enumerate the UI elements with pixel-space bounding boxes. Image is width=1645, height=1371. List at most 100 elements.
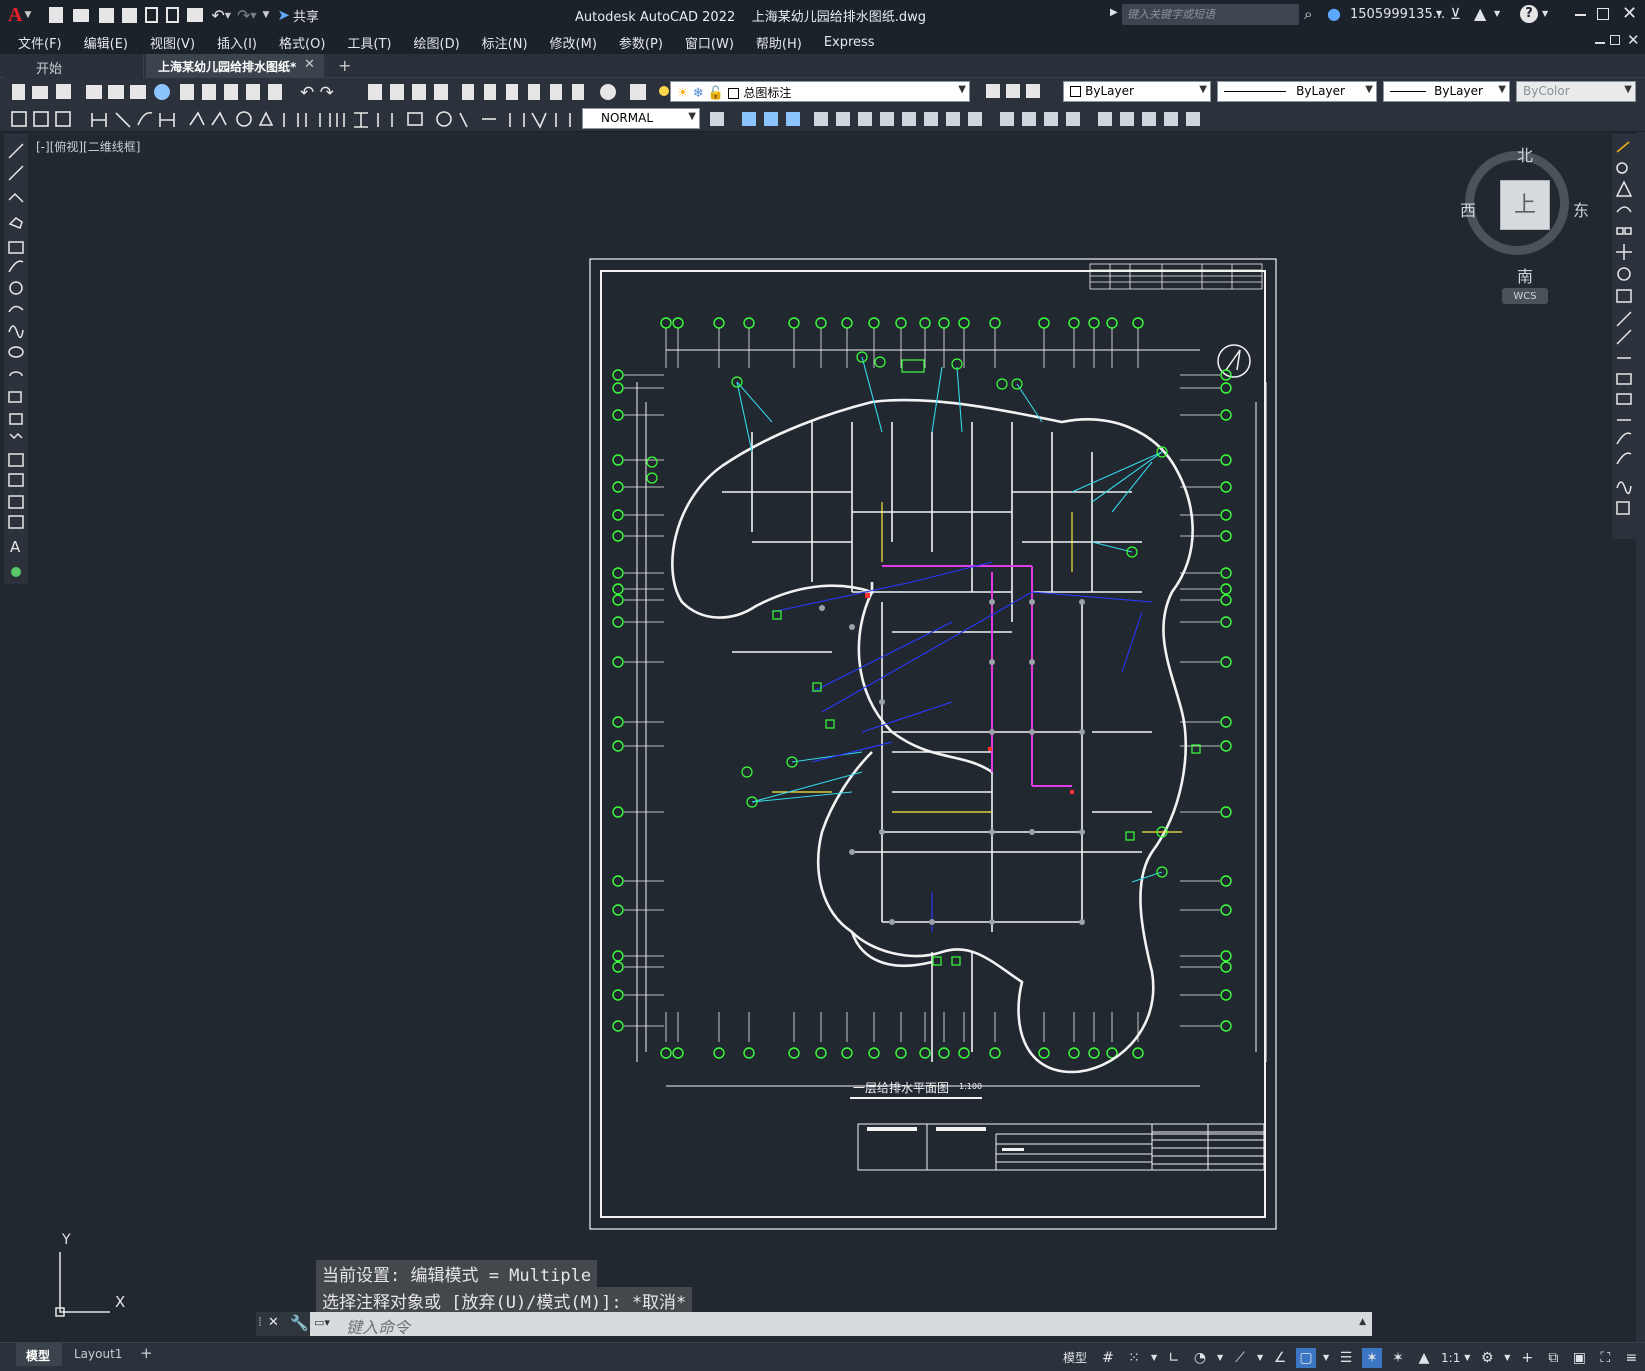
search-input[interactable]: 键入关键字或短语 [1122,4,1299,25]
plot-icon[interactable] [187,8,204,22]
redo-dropdown-icon[interactable]: ▼ [250,11,256,20]
user-dropdown-icon[interactable]: ▼ [1436,9,1442,18]
menu-dimension[interactable]: 标注(N) [482,33,528,52]
layout-tab-layout1[interactable]: Layout1 [74,1347,122,1361]
snap-dropdown-icon[interactable]: ▼ [1150,1348,1158,1368]
user-icon[interactable]: ● [1327,4,1341,23]
lineweight-dropdown[interactable]: ByLayer ▼ [1383,81,1510,102]
menu-insert[interactable]: 插入(I) [217,33,257,52]
quick-access-dropdown-icon[interactable]: ▼ [263,10,270,20]
annotation-visibility-icon[interactable]: ✶ [1362,1347,1383,1368]
save-as-icon[interactable] [122,7,138,23]
compass-east[interactable]: 东 [1573,197,1589,221]
annotation-scale-dropdown-icon[interactable]: ▼ [1463,1348,1471,1368]
annotation-scale-icon[interactable]: ▲ [1414,1348,1434,1368]
linetype-dropdown[interactable]: ByLayer ▼ [1217,81,1377,102]
layer-dropdown[interactable]: ☀ ❄ 🔓 总图标注 ▼ [670,81,970,102]
redo-icon[interactable]: ↷ [237,6,250,25]
share-button[interactable]: 共享 [293,6,319,25]
save-to-web-icon[interactable] [166,7,180,23]
tab-drawing[interactable]: 上海某幼儿园给排水图纸* ✕ [146,54,324,78]
osnap-tracking-dropdown-icon[interactable]: ▼ [1256,1348,1264,1368]
menu-window[interactable]: 窗口(W) [685,33,734,52]
undo-icon[interactable]: ↶ [211,6,224,25]
dimension-toolbar-icons[interactable] [4,107,584,131]
lineweight-icon[interactable]: ☰ [1336,1348,1356,1368]
app-menu-chevron-icon[interactable]: ▼ [24,10,31,20]
object-snap-dropdown-icon[interactable]: ▼ [1322,1348,1330,1368]
new-tab-button[interactable]: + [338,56,351,75]
auto-scale-icon[interactable]: ✶ [1388,1348,1408,1368]
annotation-scale-value[interactable]: 1:1 [1441,1351,1460,1365]
cart-icon[interactable]: ⊻ [1450,5,1461,23]
drawing-canvas[interactable]: [-][俯视][二维线框] 一层给排水平面图 1:100 北 南 西 东 上 W… [32,132,1612,1342]
autodesk-account-icon[interactable]: ▲ [1474,4,1486,23]
grid-icon[interactable]: # [1098,1348,1118,1368]
open-from-web-icon[interactable] [145,7,159,23]
compass-south[interactable]: 南 [1517,263,1533,287]
polar-dropdown-icon[interactable]: ▼ [1216,1348,1224,1368]
menu-file[interactable]: 文件(F) [18,33,62,52]
tab-close-icon[interactable]: ✕ [304,57,315,72]
clean-screen-icon[interactable]: ⛶ [1595,1348,1615,1368]
modify-toolbar-icons[interactable] [706,107,1216,131]
command-input[interactable]: ▭▾ 键入命令 ▲ [310,1312,1372,1337]
help-icon[interactable]: ? [1520,5,1538,23]
color-dropdown[interactable]: ByLayer ▼ [1063,81,1211,102]
new-file-icon[interactable] [49,7,64,23]
wcs-button[interactable]: WCS [1502,288,1548,304]
menu-draw[interactable]: 绘图(D) [414,33,460,52]
command-grip-icon[interactable]: ⁞ [258,1315,262,1330]
workspace-dropdown-icon[interactable]: ▼ [1503,1348,1511,1368]
customization-icon[interactable]: ≡ [1621,1348,1641,1368]
command-customize-icon[interactable]: 🔧 [290,1314,309,1332]
infocenter-chevron-icon[interactable]: ▶ [1110,7,1118,18]
menu-edit[interactable]: 编辑(E) [84,33,128,52]
model-space-button[interactable]: 模型 [1063,1349,1087,1366]
undo-dropdown-icon[interactable]: ▼ [225,11,231,20]
add-layout-button[interactable]: + [140,1344,153,1362]
help-dropdown-icon[interactable]: ▼ [1542,9,1548,18]
plotstyle-dropdown[interactable]: ByColor ▼ [1516,81,1636,102]
menu-format[interactable]: 格式(O) [279,33,325,52]
share-icon[interactable]: ➤ [277,6,290,24]
object-snap-icon[interactable]: ▢ [1296,1347,1317,1368]
object-snap-tracking-icon[interactable]: ⟋ [1230,1348,1250,1368]
tab-start[interactable]: 开始 [4,54,144,78]
plus-icon[interactable]: + [1517,1348,1537,1368]
isometric-icon[interactable]: ∠ [1270,1348,1290,1368]
menu-help[interactable]: 帮助(H) [756,33,802,52]
autocad-logo[interactable]: A [8,4,22,27]
polar-icon[interactable]: ◔ [1190,1348,1210,1368]
layer-tools-icons[interactable] [982,82,1042,102]
dimstyle-dropdown[interactable]: NORMAL ▼ [582,108,700,129]
draw-toolbar-icons[interactable]: A [4,134,28,584]
menu-view[interactable]: 视图(V) [150,33,195,52]
search-icon[interactable]: ⌕ [1304,5,1312,23]
menu-modify[interactable]: 修改(M) [550,33,597,52]
user-name[interactable]: 1505999135... [1350,7,1445,22]
save-icon[interactable] [99,7,115,23]
layout-tab-model[interactable]: 模型 [16,1343,62,1366]
close-icon[interactable]: ✕ [1622,3,1637,24]
snap-icon[interactable]: ⁙ [1124,1348,1144,1368]
command-close-icon[interactable]: ✕ [268,1315,279,1330]
isolate-objects-icon[interactable]: ⧉ [1543,1348,1563,1368]
workspace-gear-icon[interactable]: ⚙ [1477,1348,1497,1368]
doc-restore-icon[interactable] [1610,35,1620,45]
menu-parameter[interactable]: 参数(P) [619,33,663,52]
minimize-icon[interactable] [1575,14,1586,16]
hardware-acceleration-icon[interactable]: ▣ [1569,1348,1589,1368]
maximize-icon[interactable] [1597,8,1609,20]
menu-express[interactable]: Express [824,35,875,50]
doc-close-icon[interactable]: ✕ [1627,31,1640,49]
compass-north[interactable]: 北 [1517,142,1533,166]
open-file-icon[interactable] [73,8,90,22]
command-history-chevron-icon[interactable]: ▲ [1359,1317,1366,1327]
compass-west[interactable]: 西 [1460,197,1476,221]
standard-toolbar-icons[interactable]: ↶ ↷ [4,80,684,104]
modify-side-icons[interactable] [1612,134,1636,539]
ortho-icon[interactable]: ∟ [1164,1348,1184,1368]
account-dropdown-icon[interactable]: ▼ [1494,9,1500,18]
menu-tools[interactable]: 工具(T) [347,33,391,52]
